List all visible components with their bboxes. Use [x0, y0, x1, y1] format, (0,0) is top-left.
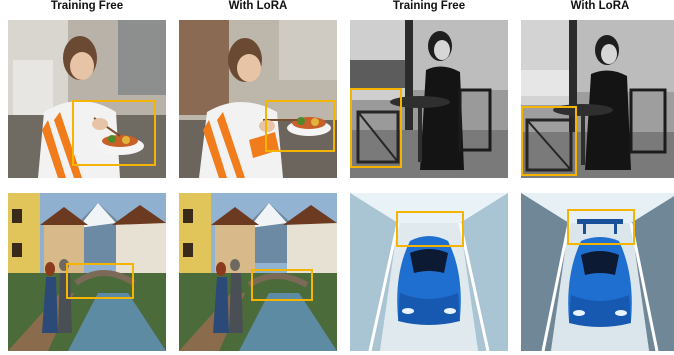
image-village-training-free	[8, 193, 166, 351]
highlight-box	[567, 209, 635, 245]
image-car-training-free	[350, 193, 508, 351]
highlight-box	[251, 269, 313, 301]
highlight-box	[72, 100, 156, 166]
column-header-4: With LoRA	[570, 0, 630, 12]
highlight-box	[66, 263, 134, 299]
column-header-1: Training Free	[50, 0, 124, 12]
highlight-box	[265, 100, 335, 152]
image-car-lora	[521, 193, 674, 351]
image-cafe-training-free	[350, 20, 508, 178]
column-header-2: With LoRA	[228, 0, 288, 12]
highlight-box	[350, 88, 402, 168]
image-kitchen-training-free	[8, 20, 166, 178]
highlight-box	[521, 106, 577, 176]
highlight-box	[396, 211, 464, 247]
image-village-lora	[179, 193, 337, 351]
image-kitchen-lora	[179, 20, 337, 178]
image-cafe-lora	[521, 20, 674, 178]
column-header-3: Training Free	[392, 0, 466, 12]
